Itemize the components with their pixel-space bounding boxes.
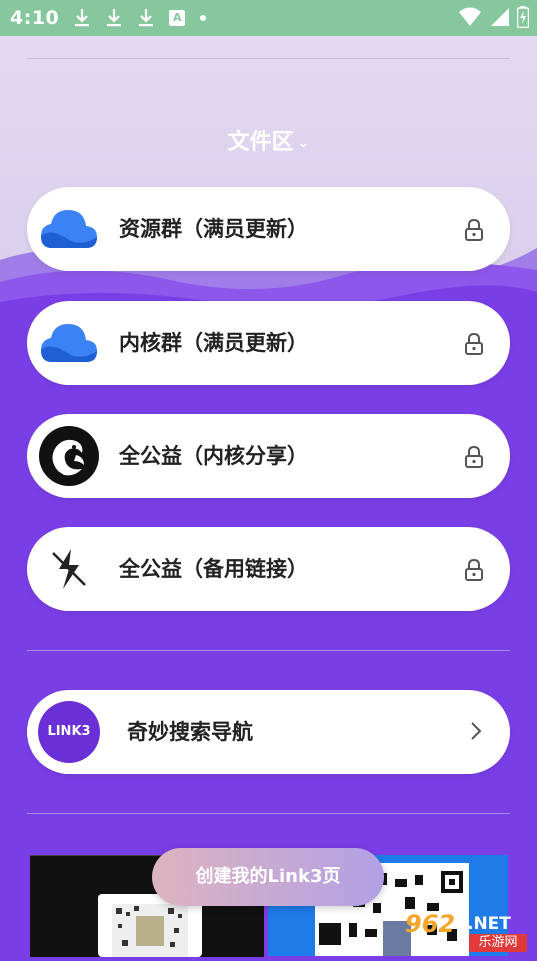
section-title[interactable]: 文件区 ⌄	[0, 124, 537, 156]
nav-item-search-navigation[interactable]: LINK3 奇妙搜索导航	[27, 690, 510, 774]
lock-icon	[465, 219, 483, 241]
top-divider	[27, 58, 510, 59]
file-item-label: 全公益（内核分享）	[119, 444, 308, 468]
lock-icon	[465, 333, 483, 355]
watermark-number: 962	[405, 910, 456, 938]
lock-icon	[465, 446, 483, 468]
section-title-text: 文件区	[227, 130, 294, 155]
dot-icon	[200, 15, 207, 21]
watermark-text: 乐游网	[469, 934, 527, 952]
status-time: 4:10	[10, 7, 60, 29]
cloud-icon	[37, 197, 101, 261]
battery-charging-icon	[517, 6, 529, 28]
cloud-icon	[37, 311, 101, 375]
wifi-icon	[459, 7, 481, 26]
download-icon	[139, 9, 154, 27]
watermark-suffix: .NET	[467, 914, 511, 934]
bottom-divider	[27, 813, 510, 814]
file-item-resource-group[interactable]: 资源群（满员更新）	[27, 187, 510, 271]
font-a-icon: A	[169, 10, 186, 26]
link3-logo-text: LINK3	[38, 701, 100, 763]
squirrel-logo-icon	[37, 424, 101, 488]
status-bar: 4:10 A	[0, 0, 537, 36]
nav-item-label: 奇妙搜索导航	[127, 720, 253, 744]
file-item-kernel-group[interactable]: 内核群（满员更新）	[27, 301, 510, 385]
file-item-label: 内核群（满员更新）	[119, 331, 308, 355]
download-icon	[75, 9, 90, 27]
file-item-public-backup-link[interactable]: 全公益（备用链接）	[27, 527, 510, 611]
lightning-logo-icon	[37, 537, 101, 601]
file-item-label: 全公益（备用链接）	[119, 557, 308, 581]
middle-divider	[27, 650, 510, 651]
site-watermark-logo: 962 .NET 乐游网	[405, 910, 529, 954]
file-item-label: 资源群（满员更新）	[119, 217, 308, 241]
download-icon	[107, 9, 122, 27]
notification-icons: A	[73, 8, 207, 28]
lock-icon	[465, 559, 483, 581]
link3-logo-icon: LINK3	[37, 700, 101, 764]
file-item-public-kernel-share[interactable]: 全公益（内核分享）	[27, 414, 510, 498]
chevron-right-icon	[471, 722, 482, 740]
signal-icon	[491, 8, 509, 26]
create-link3-page-button[interactable]: 创建我的Link3页	[152, 848, 384, 906]
chevron-down-icon: ⌄	[297, 135, 310, 151]
